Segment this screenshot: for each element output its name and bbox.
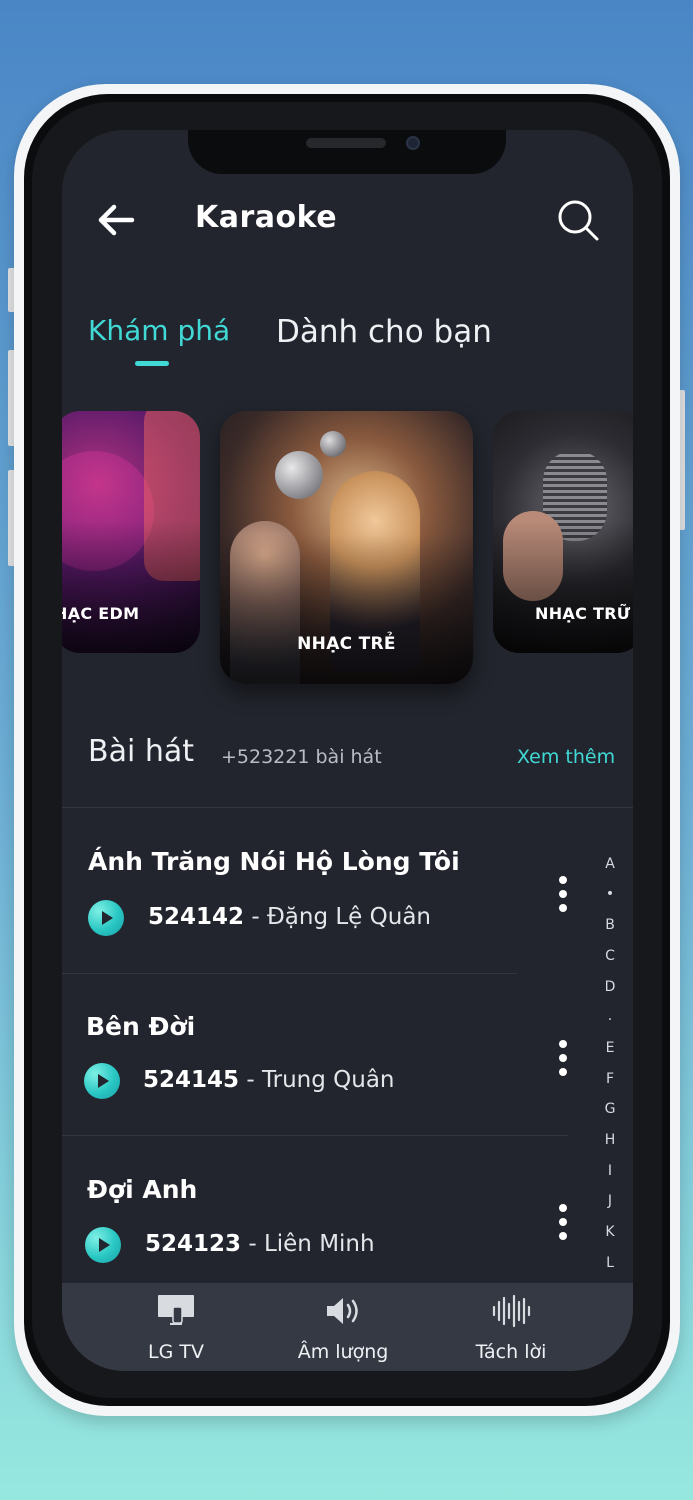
disco-ball xyxy=(320,431,346,457)
page-title: Karaoke xyxy=(195,200,338,235)
see-more-link[interactable]: Xem thêm xyxy=(517,746,615,768)
alphabet-index-c[interactable]: C xyxy=(600,948,620,964)
bottom-bar: LG TV Âm lượng Tách lời xyxy=(62,1283,633,1371)
song-code: 524145 xyxy=(143,1067,240,1093)
search-icon xyxy=(558,200,599,241)
alphabet-index-l[interactable]: L xyxy=(600,1255,620,1271)
alphabet-index-a[interactable]: A xyxy=(600,856,620,872)
alphabet-index-dot: . xyxy=(607,1008,613,1024)
bottom-item-label: Tách lời xyxy=(475,1341,547,1363)
alphabet-index-f[interactable]: F xyxy=(600,1071,620,1087)
alphabet-index-i[interactable]: I xyxy=(600,1163,620,1179)
genre-card-nhac-tre[interactable]: NHẠC TRẺ xyxy=(220,411,473,684)
tab-indicator xyxy=(135,361,169,366)
tab-danh-cho-ban[interactable]: Dành cho bạn xyxy=(276,314,492,350)
card-shade xyxy=(493,519,633,653)
bottom-item-tach-loi[interactable]: Tách lời xyxy=(436,1283,586,1371)
alphabet-index-e[interactable]: E xyxy=(600,1040,620,1056)
play-button[interactable] xyxy=(84,1063,120,1099)
genre-card-nhac-tru-tinh[interactable]: NHẠC TRỮ xyxy=(493,411,633,653)
front-camera xyxy=(406,136,420,150)
card-shade xyxy=(220,533,473,684)
more-options-button[interactable] xyxy=(553,1038,573,1078)
song-code: 524123 xyxy=(145,1231,242,1257)
song-title[interactable]: Bên Đời xyxy=(86,1012,195,1041)
alphabet-index-k[interactable]: K xyxy=(600,1224,620,1240)
genre-card-label: HẠC EDM xyxy=(62,604,140,623)
song-separator: - xyxy=(239,1067,262,1093)
back-button[interactable] xyxy=(96,200,138,240)
alphabet-index-dot: • xyxy=(605,886,615,902)
tab-kham-pha[interactable]: Khám phá xyxy=(88,314,230,347)
divider xyxy=(62,1135,568,1136)
notch xyxy=(188,130,506,174)
search-button[interactable] xyxy=(556,198,600,242)
alphabet-index-g[interactable]: G xyxy=(600,1101,620,1117)
alphabet-index-b[interactable]: B xyxy=(600,917,620,933)
arrow-left-icon xyxy=(98,204,135,236)
bottom-item-label: Âm lượng xyxy=(297,1341,389,1363)
song-artist: Liên Minh xyxy=(263,1231,375,1257)
song-separator: - xyxy=(241,1231,264,1257)
more-options-button[interactable] xyxy=(553,874,573,914)
song-meta: 524142 - Đặng Lệ Quân xyxy=(148,904,431,930)
app-screen: Karaoke Khám phá Dành cho bạn HẠC EDM NH… xyxy=(62,130,633,1371)
song-code: 524142 xyxy=(148,904,245,930)
play-button[interactable] xyxy=(85,1227,121,1263)
alphabet-index-h[interactable]: H xyxy=(600,1132,620,1148)
divider xyxy=(62,973,517,974)
song-title[interactable]: Đợi Anh xyxy=(87,1175,197,1204)
divider xyxy=(62,807,633,808)
songs-section-title: Bài hát xyxy=(88,734,194,769)
genre-card-label: NHẠC TRỮ xyxy=(535,604,631,623)
waveform-icon xyxy=(492,1294,531,1328)
bottom-item-volume[interactable]: Âm lượng xyxy=(268,1283,418,1371)
bottom-item-label: LG TV xyxy=(148,1341,204,1363)
song-artist: Đặng Lệ Quân xyxy=(266,904,431,930)
song-artist: Trung Quân xyxy=(261,1067,395,1093)
bottom-item-lg-tv[interactable]: LG TV xyxy=(101,1283,251,1371)
volume-icon xyxy=(327,1298,358,1324)
more-options-button[interactable] xyxy=(553,1202,573,1242)
songs-count: +523221 bài hát xyxy=(221,746,382,768)
song-meta: 524145 - Trung Quân xyxy=(143,1067,395,1093)
genre-card-label: NHẠC TRẺ xyxy=(297,634,396,654)
song-meta: 524123 - Liên Minh xyxy=(145,1231,375,1257)
alphabet-index-j[interactable]: J xyxy=(600,1193,620,1209)
genre-card-edm[interactable]: HẠC EDM xyxy=(62,411,200,653)
alphabet-index-d[interactable]: D xyxy=(600,979,620,995)
speaker-grille xyxy=(306,138,386,148)
tv-icon xyxy=(158,1295,194,1325)
song-title[interactable]: Ánh Trăng Nói Hộ Lòng Tôi xyxy=(88,847,460,876)
disco-ball xyxy=(275,451,323,499)
play-button[interactable] xyxy=(88,900,124,936)
card-shade xyxy=(62,519,200,653)
song-separator: - xyxy=(244,904,267,930)
